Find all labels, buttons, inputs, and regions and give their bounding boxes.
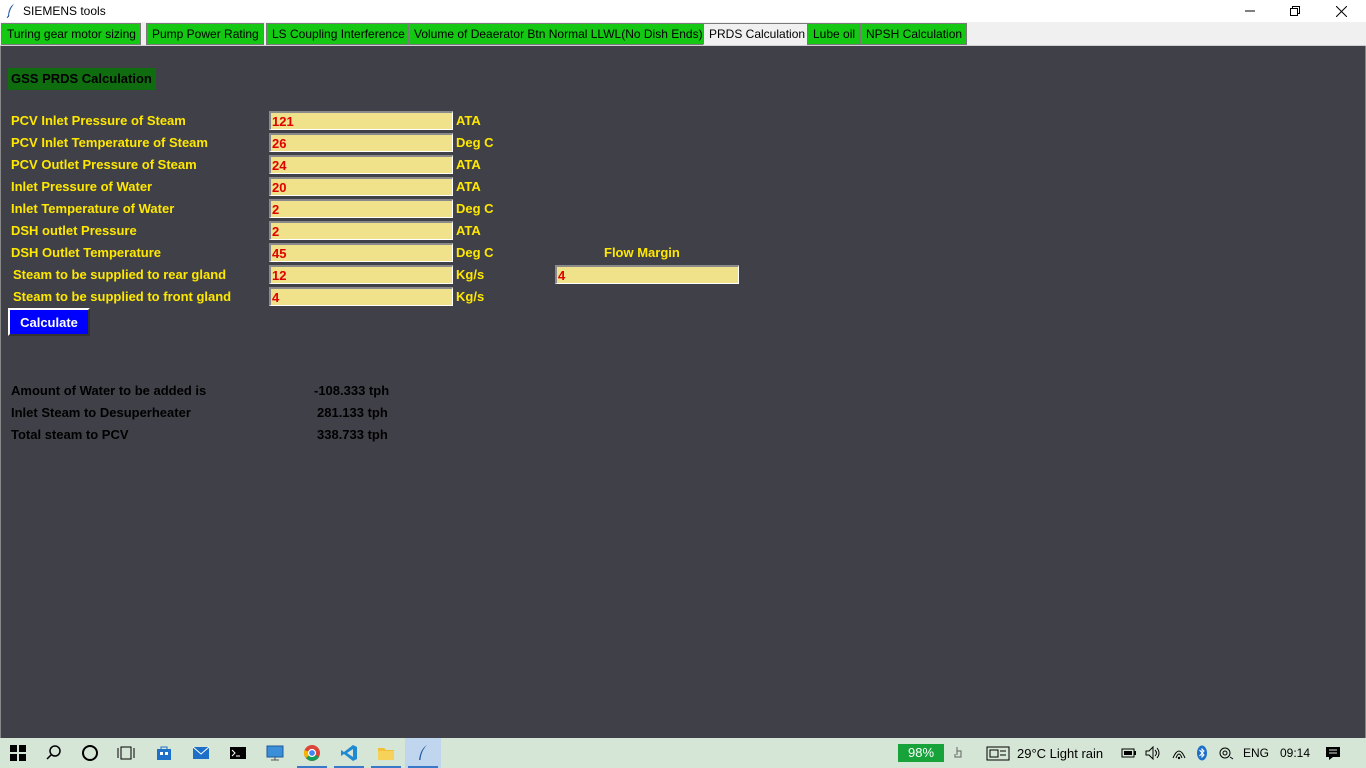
taskbar-app-siemens-tools[interactable] [405, 738, 441, 768]
front-gland-steam-input[interactable] [269, 287, 453, 306]
field-label-inlet-pressure-water: Inlet Pressure of Water [11, 179, 153, 194]
field-label-dsh-outlet-pressure: DSH outlet Pressure [11, 223, 137, 238]
result-label-total-steam: Total steam to PCV [11, 427, 129, 442]
feather-icon [419, 745, 427, 760]
pcv-inlet-temperature-input[interactable] [269, 133, 453, 152]
tab-lube-oil[interactable]: Lube oil [807, 23, 861, 45]
weather-icon[interactable] [986, 745, 1010, 761]
tab-bar: Turing gear motor sizing Pump Power Rati… [0, 22, 1366, 46]
chrome-icon [304, 745, 320, 761]
terminal-icon [230, 747, 246, 759]
tab-turing-gear-motor-sizing[interactable]: Turing gear motor sizing [1, 23, 141, 45]
taskbar-app-vscode[interactable] [331, 738, 367, 768]
search-icon [46, 745, 61, 760]
result-value-total-steam: 338.733 tph [317, 427, 388, 442]
restore-button[interactable] [1272, 0, 1318, 22]
mail-icon [192, 746, 210, 759]
result-label-water-added: Amount of Water to be added is [11, 383, 207, 398]
taskbar-app-mail[interactable] [183, 738, 219, 768]
minimize-button[interactable] [1227, 0, 1273, 22]
store-icon [157, 746, 171, 760]
taskbar-app-store[interactable] [146, 738, 182, 768]
feather-icon [6, 4, 14, 19]
field-label-front-gland-steam: Steam to be supplied to front gland [13, 289, 232, 304]
dsh-outlet-temperature-input[interactable] [269, 243, 453, 262]
tab-prds-calculation[interactable]: PRDS Calculation [703, 23, 811, 45]
tab-npsh-calculation[interactable]: NPSH Calculation [860, 23, 968, 45]
field-label-pcv-inlet-pressure: PCV Inlet Pressure of Steam [11, 113, 186, 128]
rear-gland-steam-input[interactable] [269, 265, 453, 284]
vscode-icon [341, 745, 357, 761]
dsh-outlet-pressure-input[interactable] [269, 221, 453, 240]
field-unit: ATA [456, 179, 481, 194]
search-button[interactable] [36, 738, 72, 768]
task-view-icon [117, 746, 135, 760]
touch-icon[interactable] [950, 745, 966, 761]
title-bar: SIEMENS tools [0, 0, 1366, 22]
weather-text[interactable]: 29°C Light rain [1017, 746, 1103, 761]
close-button[interactable] [1318, 0, 1364, 22]
field-label-inlet-temperature-water: Inlet Temperature of Water [11, 201, 175, 216]
inlet-temperature-water-input[interactable] [269, 199, 453, 218]
field-unit: Deg C [456, 245, 494, 260]
volume-icon[interactable] [1145, 745, 1161, 761]
tab-volume-of-deaerator[interactable]: Volume of Deaerator Btn Normal LLWL(No D… [408, 23, 708, 45]
taskbar-app-chrome[interactable] [294, 738, 330, 768]
close-icon [1335, 5, 1347, 17]
taskbar: 98% 29°C Light rain ENG 09:14 [0, 738, 1366, 768]
field-label-pcv-outlet-pressure: PCV Outlet Pressure of Steam [11, 157, 197, 172]
field-label-dsh-outlet-temperature: DSH Outlet Temperature [11, 245, 162, 260]
field-label-rear-gland-steam: Steam to be supplied to rear gland [13, 267, 227, 282]
taskbar-app-file-explorer[interactable] [368, 738, 404, 768]
pcv-inlet-pressure-input[interactable] [269, 111, 453, 130]
field-unit: ATA [456, 223, 481, 238]
taskbar-app-terminal[interactable] [220, 738, 256, 768]
field-unit: ATA [456, 113, 481, 128]
flow-margin-input[interactable] [555, 265, 739, 284]
camera-icon[interactable] [1218, 745, 1234, 761]
start-button[interactable] [0, 738, 36, 768]
field-unit: ATA [456, 157, 481, 172]
result-label-inlet-steam: Inlet Steam to Desuperheater [11, 405, 191, 420]
monitor-icon [266, 745, 284, 761]
language-indicator[interactable]: ENG [1243, 746, 1269, 760]
flow-margin-label: Flow Margin [604, 245, 680, 260]
inlet-pressure-water-input[interactable] [269, 177, 453, 196]
calculate-button[interactable]: Calculate [8, 308, 90, 336]
restore-icon [1290, 6, 1300, 16]
windows-icon [10, 745, 26, 761]
wifi-icon[interactable] [1171, 745, 1187, 761]
folder-icon [378, 748, 394, 760]
field-unit: Deg C [456, 201, 494, 216]
clock[interactable]: 09:14 [1280, 746, 1310, 760]
field-unit: Kg/s [456, 267, 485, 282]
field-unit: Kg/s [456, 289, 485, 304]
minimize-icon [1245, 10, 1255, 12]
notifications-icon[interactable] [1325, 745, 1341, 761]
tab-pump-power-rating[interactable]: Pump Power Rating [146, 23, 264, 45]
taskbar-app-remote-desktop[interactable] [257, 738, 293, 768]
battery-icon[interactable] [1121, 745, 1137, 761]
result-value-water-added: -108.333 tph [314, 383, 390, 398]
bluetooth-icon[interactable] [1194, 745, 1210, 761]
task-view-button[interactable] [108, 738, 144, 768]
result-value-inlet-steam: 281.133 tph [317, 405, 388, 420]
cortana-button[interactable] [72, 738, 108, 768]
pcv-outlet-pressure-input[interactable] [269, 155, 453, 174]
window-title: SIEMENS tools [23, 4, 106, 18]
prds-panel: GSS PRDS Calculation PCV Inlet Pressure … [0, 46, 1366, 738]
tab-ls-coupling-interference[interactable]: LS Coupling Interference [266, 23, 410, 45]
field-unit: Deg C [456, 135, 494, 150]
cortana-icon [82, 745, 98, 761]
battery-indicator[interactable]: 98% [898, 744, 944, 762]
section-title: GSS PRDS Calculation [8, 68, 156, 90]
field-label-pcv-inlet-temperature: PCV Inlet Temperature of Steam [11, 135, 208, 150]
